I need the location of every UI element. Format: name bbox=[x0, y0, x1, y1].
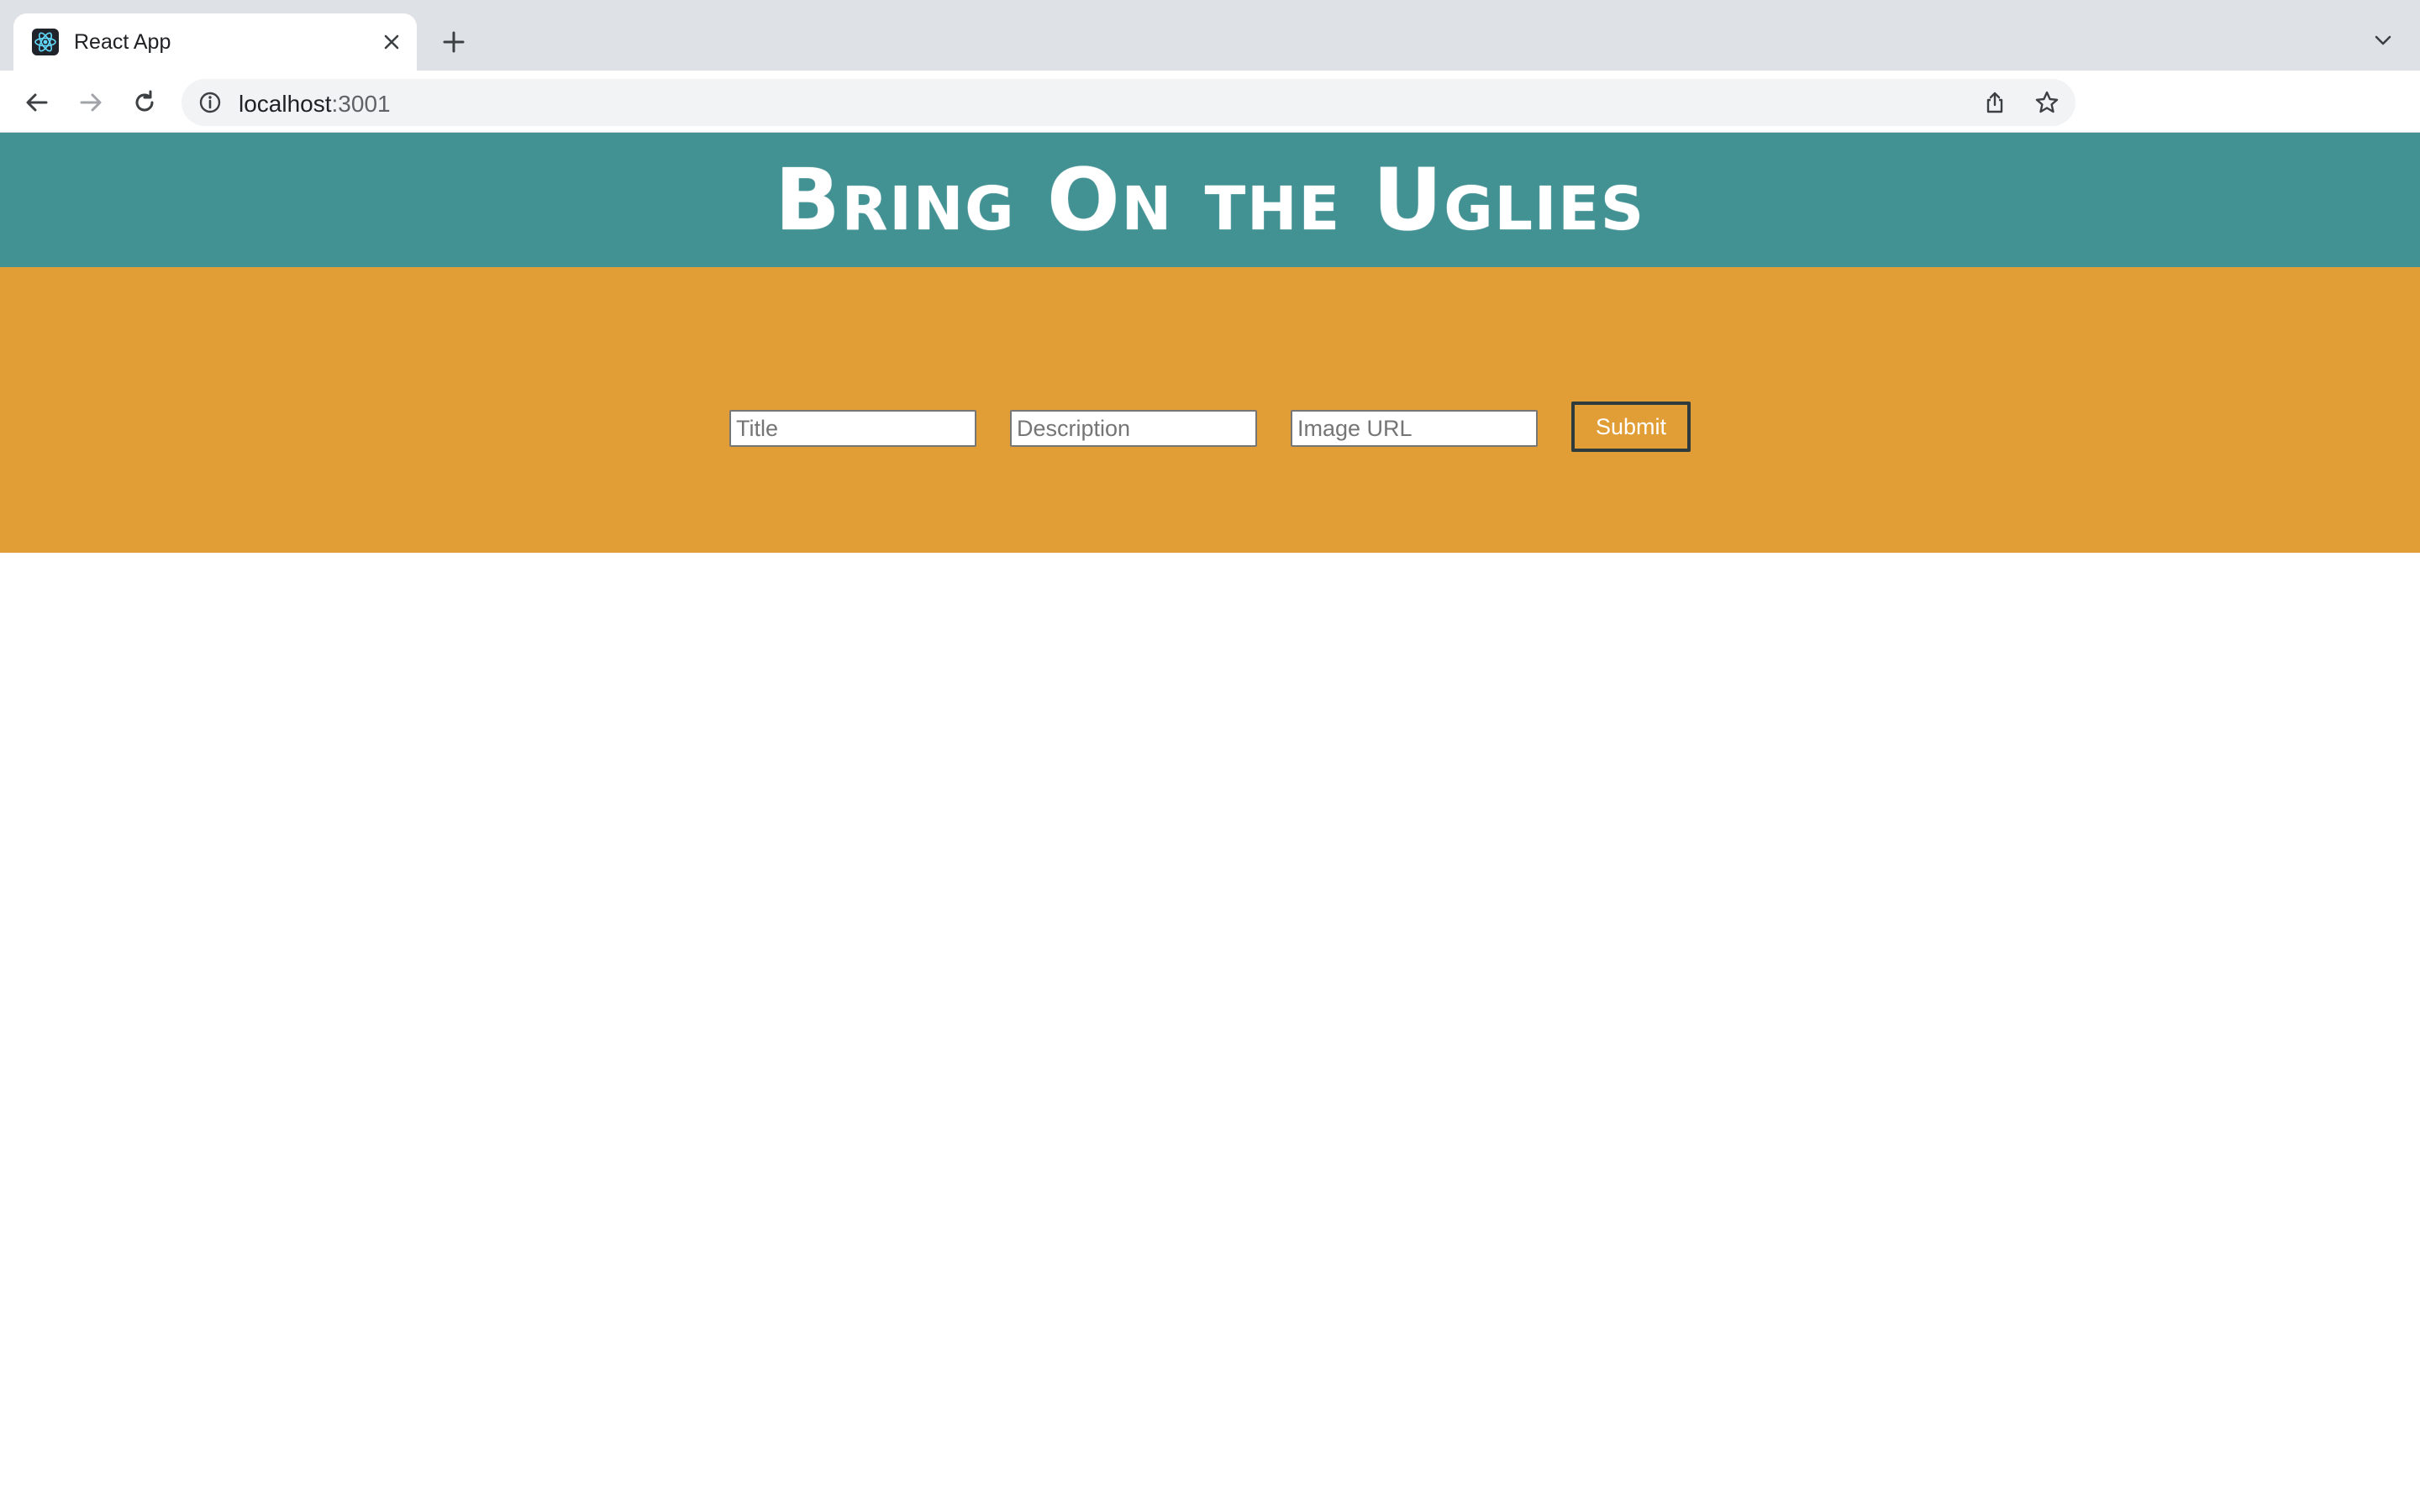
info-icon[interactable] bbox=[197, 89, 224, 116]
image-url-input[interactable] bbox=[1291, 410, 1538, 447]
reload-icon[interactable] bbox=[128, 86, 161, 119]
share-icon[interactable] bbox=[1981, 89, 2008, 116]
url-port: :3001 bbox=[331, 91, 391, 117]
tab-title: React App bbox=[74, 30, 171, 54]
add-ugly-form: Submit bbox=[0, 267, 2420, 553]
url-text: localhost:3001 bbox=[239, 91, 391, 118]
tab-strip: React App bbox=[0, 0, 2420, 71]
page-title: Bring On the Uglies bbox=[775, 150, 1645, 250]
title-input[interactable] bbox=[729, 410, 976, 447]
description-input[interactable] bbox=[1010, 410, 1257, 447]
chevron-down-icon[interactable] bbox=[2368, 25, 2398, 55]
close-tab-icon[interactable] bbox=[376, 27, 407, 57]
browser-toolbar: localhost:3001 bbox=[0, 71, 2420, 190]
page-header: Bring On the Uglies bbox=[0, 133, 2420, 267]
new-tab-icon[interactable] bbox=[437, 25, 471, 59]
star-icon[interactable] bbox=[2033, 89, 2060, 116]
arrow-right-icon[interactable] bbox=[74, 86, 108, 119]
arrow-left-icon[interactable] bbox=[20, 86, 54, 119]
url-host: localhost bbox=[239, 91, 332, 117]
browser-tab[interactable]: React App bbox=[13, 13, 417, 71]
uglies-list bbox=[0, 553, 2420, 1512]
address-bar[interactable]: localhost:3001 bbox=[182, 79, 2075, 126]
react-logo-icon bbox=[32, 29, 59, 55]
submit-button[interactable]: Submit bbox=[1571, 402, 1691, 452]
